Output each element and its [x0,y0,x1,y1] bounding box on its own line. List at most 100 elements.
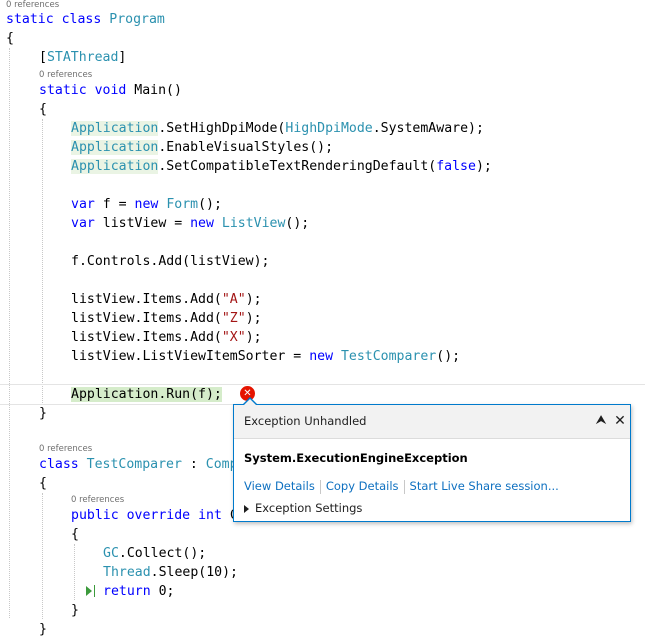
code-editor[interactable]: 0 references 0 references 0 references 0… [0,0,645,641]
link-separator [319,479,321,494]
brace-line[interactable]: { [39,474,47,493]
code-lens-compare-references[interactable]: 0 references [71,495,124,505]
code-token: listView.Items.Add( [71,292,222,307]
code-token: .Collect(); [118,546,207,561]
code-token: .Sleep(10); [150,565,238,580]
code-token: new [190,216,214,231]
indent-guide [74,544,75,600]
code-token: (); [198,197,222,212]
brace-line[interactable]: } [39,404,47,423]
code-token: } [39,622,47,637]
link-separator [403,479,405,494]
sorter-line[interactable]: listView.ListViewItemSorter = new TestCo… [71,347,460,366]
brace-line[interactable]: { [39,100,47,119]
code-token: int [198,508,222,523]
code-token: 0; [150,584,175,599]
code-token: .EnableVisualStyles(); [158,140,334,155]
code-token: STAThread [46,50,119,65]
code-token: new [309,349,334,364]
code-token: listView.Items.Add( [71,330,222,345]
popup-title: Exception Unhandled [244,414,367,428]
code-token: false [436,159,476,174]
code-token: listView.ListViewItemSorter = [71,349,310,364]
code-token: HighDpiMode [285,121,373,136]
code-token: ); [245,330,262,345]
gc-collect-line[interactable]: GC.Collect(); [103,544,206,563]
controls-add-line[interactable]: f.Controls.Add(listView); [71,252,270,271]
code-token: (); [285,216,310,231]
code-token: ListView [221,216,286,231]
exception-helper-popup: Exception Unhandled ⮝ ✕ System.Execution… [233,397,631,522]
class-testcomparer-line[interactable]: class TestComparer : Comp [39,455,238,474]
code-token: class [39,457,79,472]
live-share-link[interactable]: Start Live Share session... [410,479,559,493]
main-signature-line[interactable]: static void Main() [39,81,182,100]
code-token: ] [118,50,127,65]
highdpi-line[interactable]: Application.SetHighDpiMode(HighDpiMode.S… [71,119,484,138]
items-add-x-line[interactable]: listView.Items.Add("X"); [71,328,262,347]
code-token: { [39,476,47,491]
exception-settings-toggle[interactable]: Exception Settings [244,501,362,515]
code-token: (); [436,349,461,364]
code-token: class [61,12,102,27]
code-token: static [39,83,87,98]
pin-icon[interactable]: ⮝ [594,413,608,429]
brace-line[interactable]: { [71,525,79,544]
code-token: ); [245,292,262,307]
thread-sleep-line[interactable]: Thread.Sleep(10); [103,563,238,582]
code-token: } [71,603,79,618]
code-token: [ [39,50,47,65]
indent-guide [9,48,10,618]
code-token: Thread [103,565,151,580]
exception-type: System.ExecutionEngineException [244,451,468,465]
listview-line[interactable]: var listView = new ListView(); [71,214,309,233]
code-token: ); [475,159,492,174]
code-token: void [94,83,127,98]
code-lens-main-references[interactable]: 0 references [39,70,92,80]
items-add-a-line[interactable]: listView.Items.Add("A"); [71,290,262,309]
code-token: : [181,457,206,472]
code-token: .SetCompatibleTextRenderingDefault( [158,159,437,174]
brace-line[interactable]: } [71,601,79,620]
return-line[interactable]: return 0; [103,582,174,601]
popup-links: View Details Copy Details Start Live Share… [244,479,559,494]
code-token: GC [103,546,119,561]
view-details-link[interactable]: View Details [244,479,315,493]
code-token: TestComparer [86,457,182,472]
code-token: listView = [94,216,191,231]
code-token: ); [245,311,262,326]
code-token: "Z" [221,311,246,326]
code-token: f.Controls.Add(listView); [71,254,270,269]
items-add-z-line[interactable]: listView.Items.Add("Z"); [71,309,262,328]
code-token: Application [71,140,159,155]
attribute-line[interactable]: [STAThread] [39,48,126,67]
current-line-highlight [0,404,235,405]
form-line[interactable]: var f = new Form(); [71,195,222,214]
code-token: Main() [126,83,182,98]
close-icon[interactable]: ✕ [613,413,627,429]
brace-line[interactable]: { [6,29,14,48]
class-program-line[interactable]: static class Program [6,10,165,29]
code-lens-program-references[interactable]: 0 references [6,0,59,10]
code-token: Application [71,159,159,174]
visualstyles-line[interactable]: Application.EnableVisualStyles(); [71,138,333,157]
application-run-line[interactable]: Application.Run(f); [71,385,222,404]
copy-details-link[interactable]: Copy Details [326,479,399,493]
code-token: .SystemAware); [372,121,484,136]
code-token: listView.Items.Add( [71,311,222,326]
code-token: TestComparer [340,349,437,364]
compare-signature-line[interactable]: public override int C [71,506,238,525]
textrendering-line[interactable]: Application.SetCompatibleTextRenderingDe… [71,157,492,176]
brace-line[interactable]: } [39,620,47,639]
expand-triangle-icon[interactable] [244,504,249,513]
code-lens-comparer-references[interactable]: 0 references [39,444,92,454]
exception-settings-label: Exception Settings [255,501,363,515]
code-token: Application.Run(f); [71,387,222,402]
